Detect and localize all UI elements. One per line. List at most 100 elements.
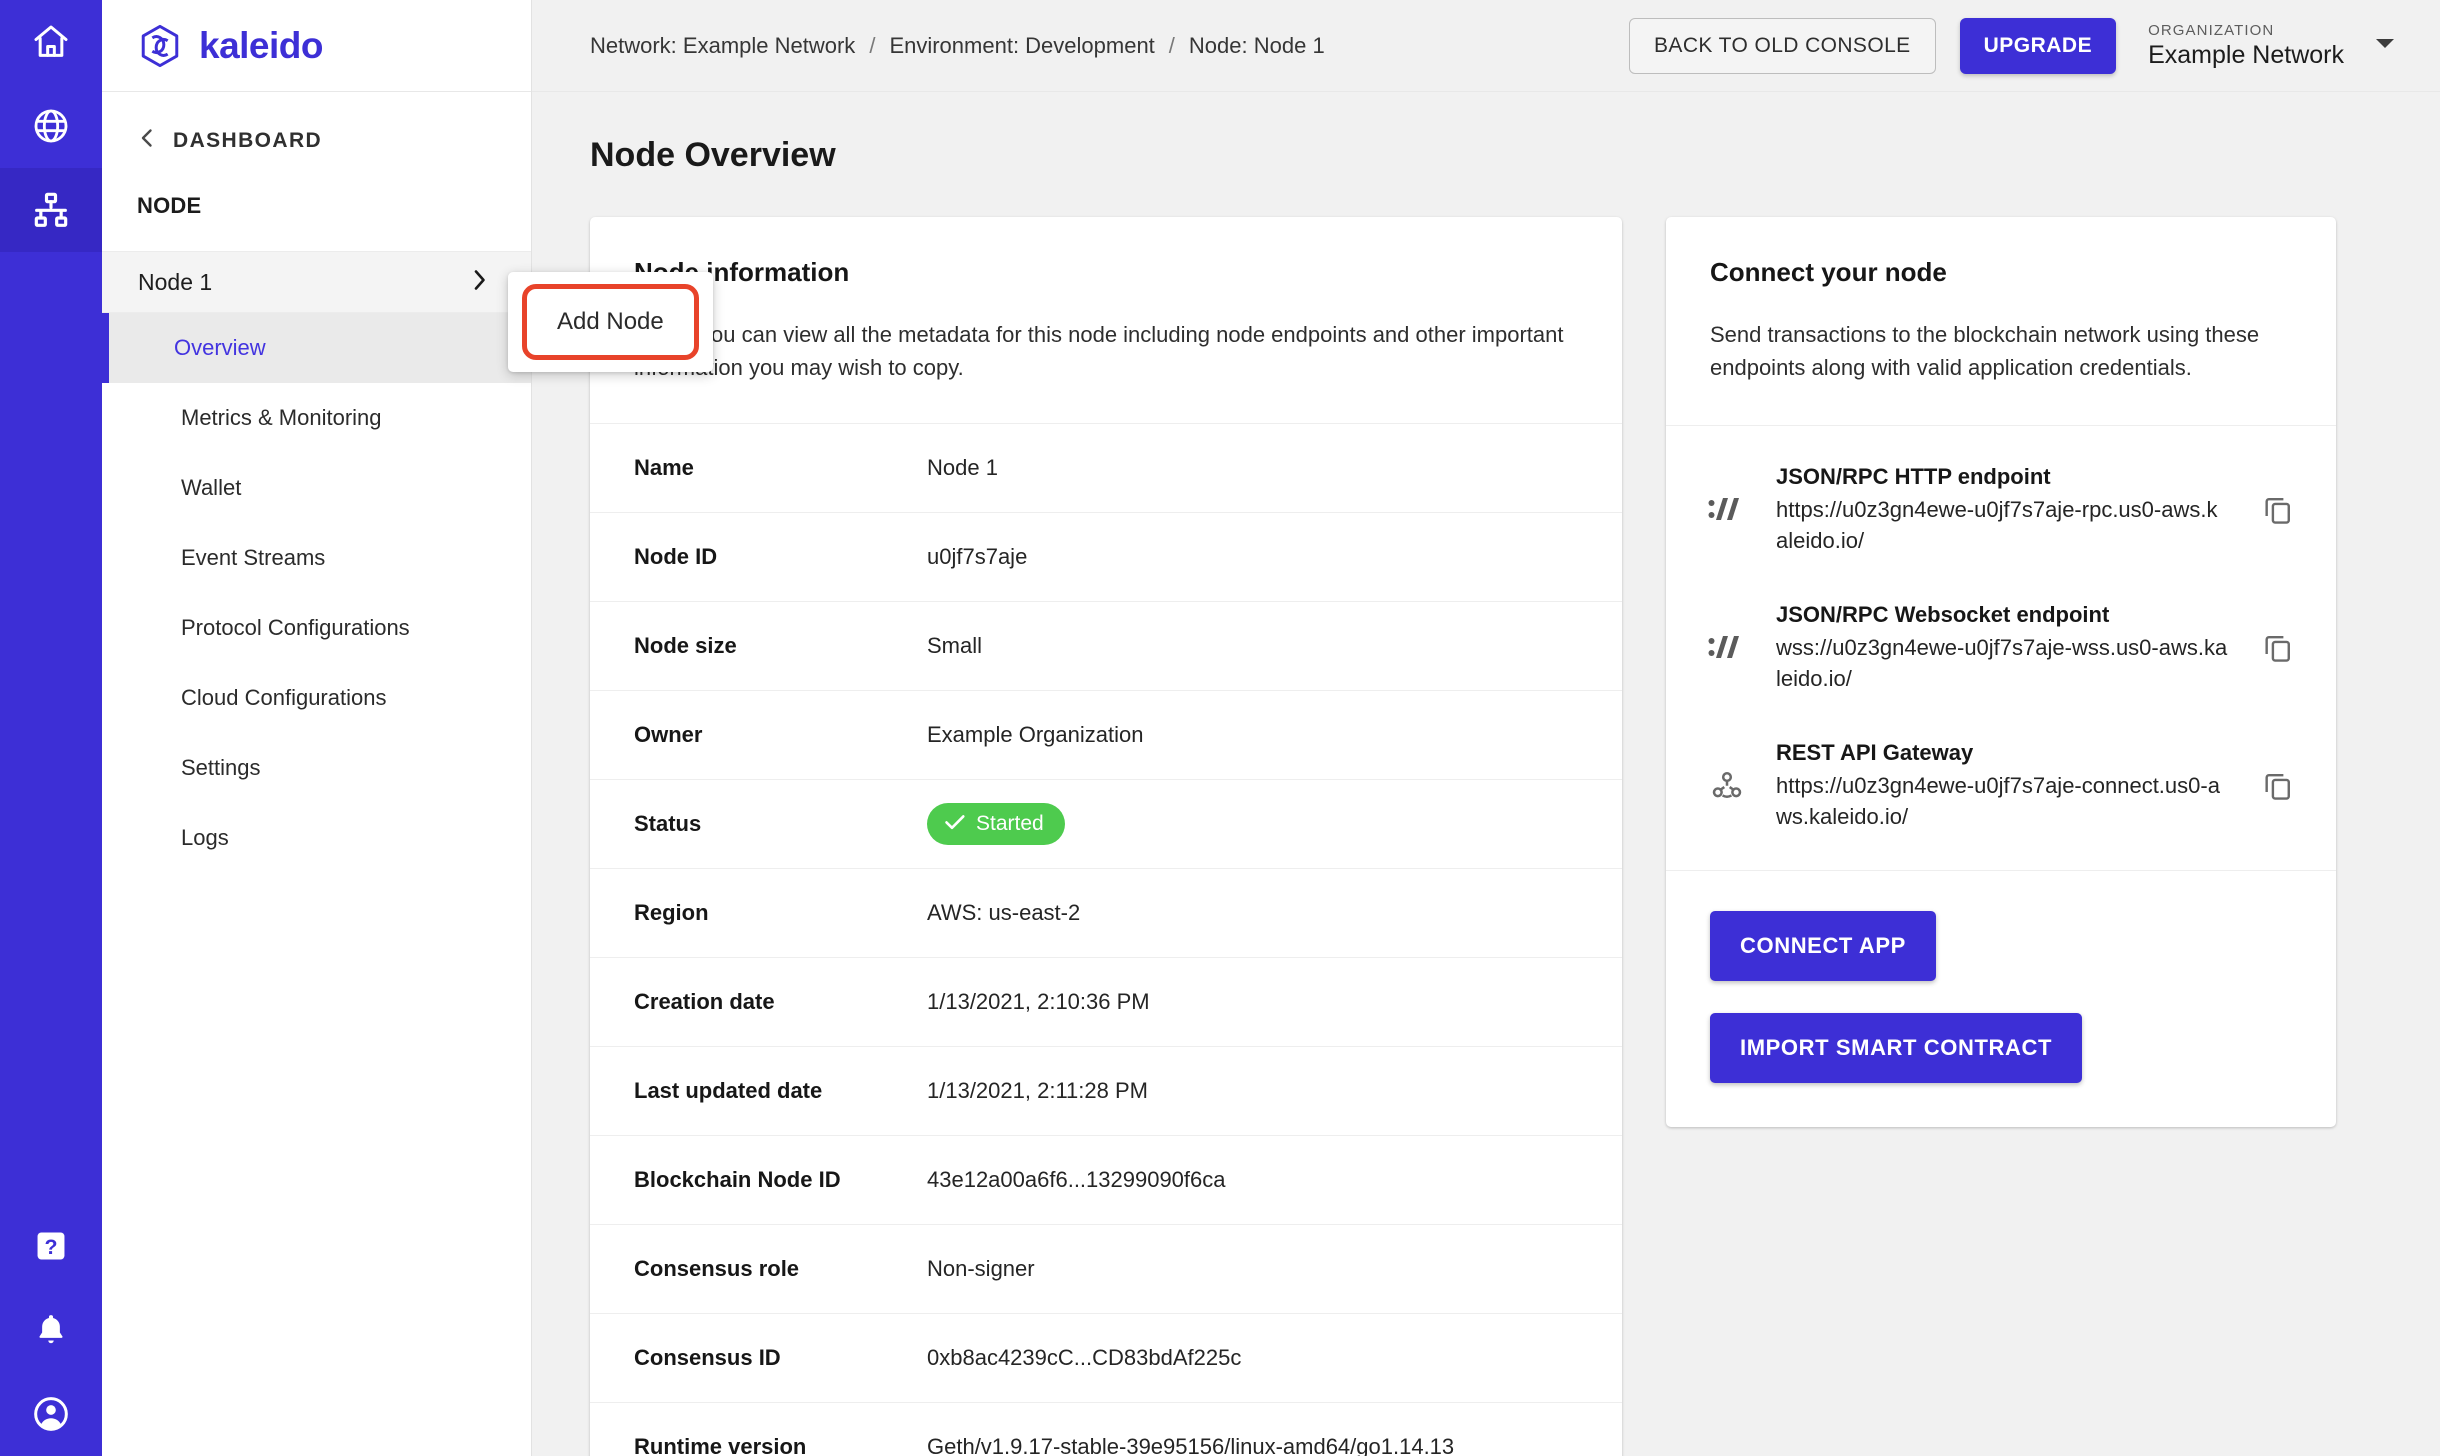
protocol-slashes-icon	[1700, 494, 1754, 524]
bell-icon	[32, 1311, 70, 1349]
organization-caption: ORGANIZATION	[2148, 21, 2275, 39]
endpoint-url: https://u0z3gn4ewe-u0jf7s7aje-connect.us…	[1776, 772, 2220, 830]
row-value: 43e12a00a6f6...13299090f6ca	[927, 1166, 1226, 1192]
add-node-button[interactable]: Add Node	[522, 284, 699, 360]
row-value: Non-signer	[927, 1255, 1035, 1281]
check-icon	[944, 813, 966, 835]
kaleido-logo-icon	[137, 23, 183, 69]
sidebar-item-protocol-configurations[interactable]: Protocol Configurations	[102, 593, 531, 663]
dashboard-back-link[interactable]: DASHBOARD	[102, 92, 531, 155]
endpoint-text: REST API Gateway https://u0z3gn4ewe-u0jf…	[1776, 738, 2228, 832]
row-value: 0xb8ac4239cC...CD83bdAf225c	[927, 1344, 1242, 1370]
account-icon	[31, 1394, 71, 1434]
import-smart-contract-button[interactable]: IMPORT SMART CONTRACT	[1710, 1013, 2083, 1084]
sidebar-item-label: Metrics & Monitoring	[181, 405, 382, 430]
sitemap-icon	[31, 190, 71, 230]
back-to-old-console-button[interactable]: BACK TO OLD CONSOLE	[1629, 17, 1936, 74]
status-badge-label: Started	[976, 811, 1044, 835]
sidebar-section-label: NODE	[137, 193, 202, 218]
rail-item-home[interactable]	[0, 0, 102, 84]
sidebar-item-event-streams[interactable]: Event Streams	[102, 523, 531, 593]
table-row: Consensus role Non-signer	[590, 1223, 1622, 1313]
table-row: Name Node 1	[590, 422, 1622, 512]
table-row: Runtime version Geth/v1.9.17-stable-39e9…	[590, 1401, 1622, 1456]
table-row: Owner Example Organization	[590, 689, 1622, 779]
rail-item-help[interactable]: ?	[0, 1204, 102, 1288]
row-key: Region	[634, 899, 709, 925]
connect-card-actions: CONNECT APP IMPORT SMART CONTRACT	[1666, 870, 2336, 1127]
endpoint-url: wss://u0z3gn4ewe-u0jf7s7aje-wss.us0-aws.…	[1776, 634, 2228, 691]
upgrade-button[interactable]: UPGRADE	[1959, 17, 2117, 74]
api-hub-icon	[1700, 766, 1754, 804]
node-card-description: Below you can view all the metadata for …	[634, 322, 1564, 381]
help-icon: ?	[32, 1227, 70, 1265]
globe-icon	[31, 106, 71, 146]
row-key: Consensus ID	[634, 1344, 781, 1370]
chevron-down-icon	[2374, 36, 2396, 55]
top-bar: Network: Example Network / Environment: …	[532, 0, 2440, 92]
sidebar-item-label: Logs	[181, 825, 229, 850]
rail-item-account[interactable]	[0, 1372, 102, 1456]
sidebar-item-label: Cloud Configurations	[181, 685, 387, 710]
app-root: ? kaleido DASHBOARD NODE Node 1 Overview…	[0, 0, 2440, 1456]
sidebar-item-metrics-monitoring[interactable]: Metrics & Monitoring	[102, 383, 531, 453]
sidebar-item-label: Settings	[181, 755, 261, 780]
row-key: Consensus role	[634, 1255, 800, 1281]
row-key: Name	[634, 454, 694, 480]
table-row: Node ID u0jf7s7aje	[590, 511, 1622, 601]
endpoint-text: JSON/RPC HTTP endpoint https://u0z3gn4ew…	[1776, 462, 2228, 556]
connect-app-button[interactable]: CONNECT APP	[1710, 911, 1936, 982]
breadcrumb-node: Node: Node 1	[1188, 32, 1325, 58]
sidebar-node-label: Node 1	[138, 268, 213, 295]
dashboard-label: DASHBOARD	[173, 128, 323, 152]
row-key: Status	[634, 810, 702, 836]
primary-icon-rail: ?	[0, 0, 102, 1456]
status-badge: Started	[927, 802, 1065, 845]
sidebar-subnav: Overview Metrics & Monitoring Wallet Eve…	[102, 313, 531, 873]
sidebar-item-overview[interactable]: Overview	[102, 313, 531, 383]
row-value: AWS: us-east-2	[927, 899, 1081, 925]
copy-icon[interactable]	[2250, 768, 2306, 802]
sidebar-item-wallet[interactable]: Wallet	[102, 453, 531, 523]
rail-item-notifications[interactable]	[0, 1288, 102, 1372]
breadcrumb-environment[interactable]: Environment: Development	[889, 33, 1154, 59]
breadcrumb-separator: /	[1168, 32, 1175, 58]
chevron-right-icon	[471, 267, 489, 297]
endpoint-label: JSON/RPC HTTP endpoint	[1776, 463, 2051, 489]
table-row: Last updated date 1/13/2021, 2:11:28 PM	[590, 1045, 1622, 1135]
sidebar-item-logs[interactable]: Logs	[102, 803, 531, 873]
table-row: Creation date 1/13/2021, 2:10:36 PM	[590, 956, 1622, 1046]
chevron-left-icon	[137, 126, 157, 155]
sidebar-item-label: Wallet	[181, 475, 242, 500]
rail-item-environments[interactable]	[0, 168, 102, 252]
node-card-header: Node information Below you can view all …	[590, 217, 1622, 423]
main-region: Network: Example Network / Environment: …	[532, 0, 2440, 1456]
organization-switcher[interactable]: ORGANIZATION Example Network	[2148, 22, 2418, 70]
add-node-popup: Add Node	[508, 272, 713, 372]
topbar-actions: BACK TO OLD CONSOLE UPGRADE ORGANIZATION…	[1629, 17, 2418, 74]
connect-card-header: Connect your node Send transactions to t…	[1666, 217, 2336, 425]
sidebar-node-selector[interactable]: Node 1	[102, 251, 531, 313]
rail-item-networks[interactable]	[0, 84, 102, 168]
row-key: Runtime version	[634, 1433, 807, 1456]
endpoint-row-rest-api-gateway: REST API Gateway https://u0z3gn4ewe-u0jf…	[1666, 716, 2336, 854]
organization-text: ORGANIZATION Example Network	[2148, 22, 2344, 70]
sidebar-item-cloud-configurations[interactable]: Cloud Configurations	[102, 663, 531, 733]
connect-node-card: Connect your node Send transactions to t…	[1666, 217, 2336, 1128]
table-row: Status Started	[590, 778, 1622, 868]
copy-icon[interactable]	[2250, 630, 2306, 664]
sidebar-item-settings[interactable]: Settings	[102, 733, 531, 803]
endpoint-url: https://u0z3gn4ewe-u0jf7s7aje-rpc.us0-aw…	[1776, 496, 2218, 553]
breadcrumb: Network: Example Network / Environment: …	[590, 33, 1325, 59]
row-value: Node 1	[927, 454, 998, 480]
node-sidebar: kaleido DASHBOARD NODE Node 1 Overview M…	[102, 0, 532, 1456]
row-key: Blockchain Node ID	[634, 1166, 841, 1192]
brand-block[interactable]: kaleido	[102, 0, 531, 92]
connect-card-title: Connect your node	[1710, 257, 1947, 287]
row-key: Last updated date	[634, 1077, 823, 1103]
copy-icon[interactable]	[2250, 492, 2306, 526]
endpoint-list: JSON/RPC HTTP endpoint https://u0z3gn4ew…	[1666, 424, 2336, 870]
endpoint-row-json-rpc-http: JSON/RPC HTTP endpoint https://u0z3gn4ew…	[1666, 440, 2336, 578]
endpoint-row-json-rpc-websocket: JSON/RPC Websocket endpoint wss://u0z3gn…	[1666, 578, 2336, 716]
breadcrumb-network[interactable]: Network: Example Network	[590, 33, 855, 59]
